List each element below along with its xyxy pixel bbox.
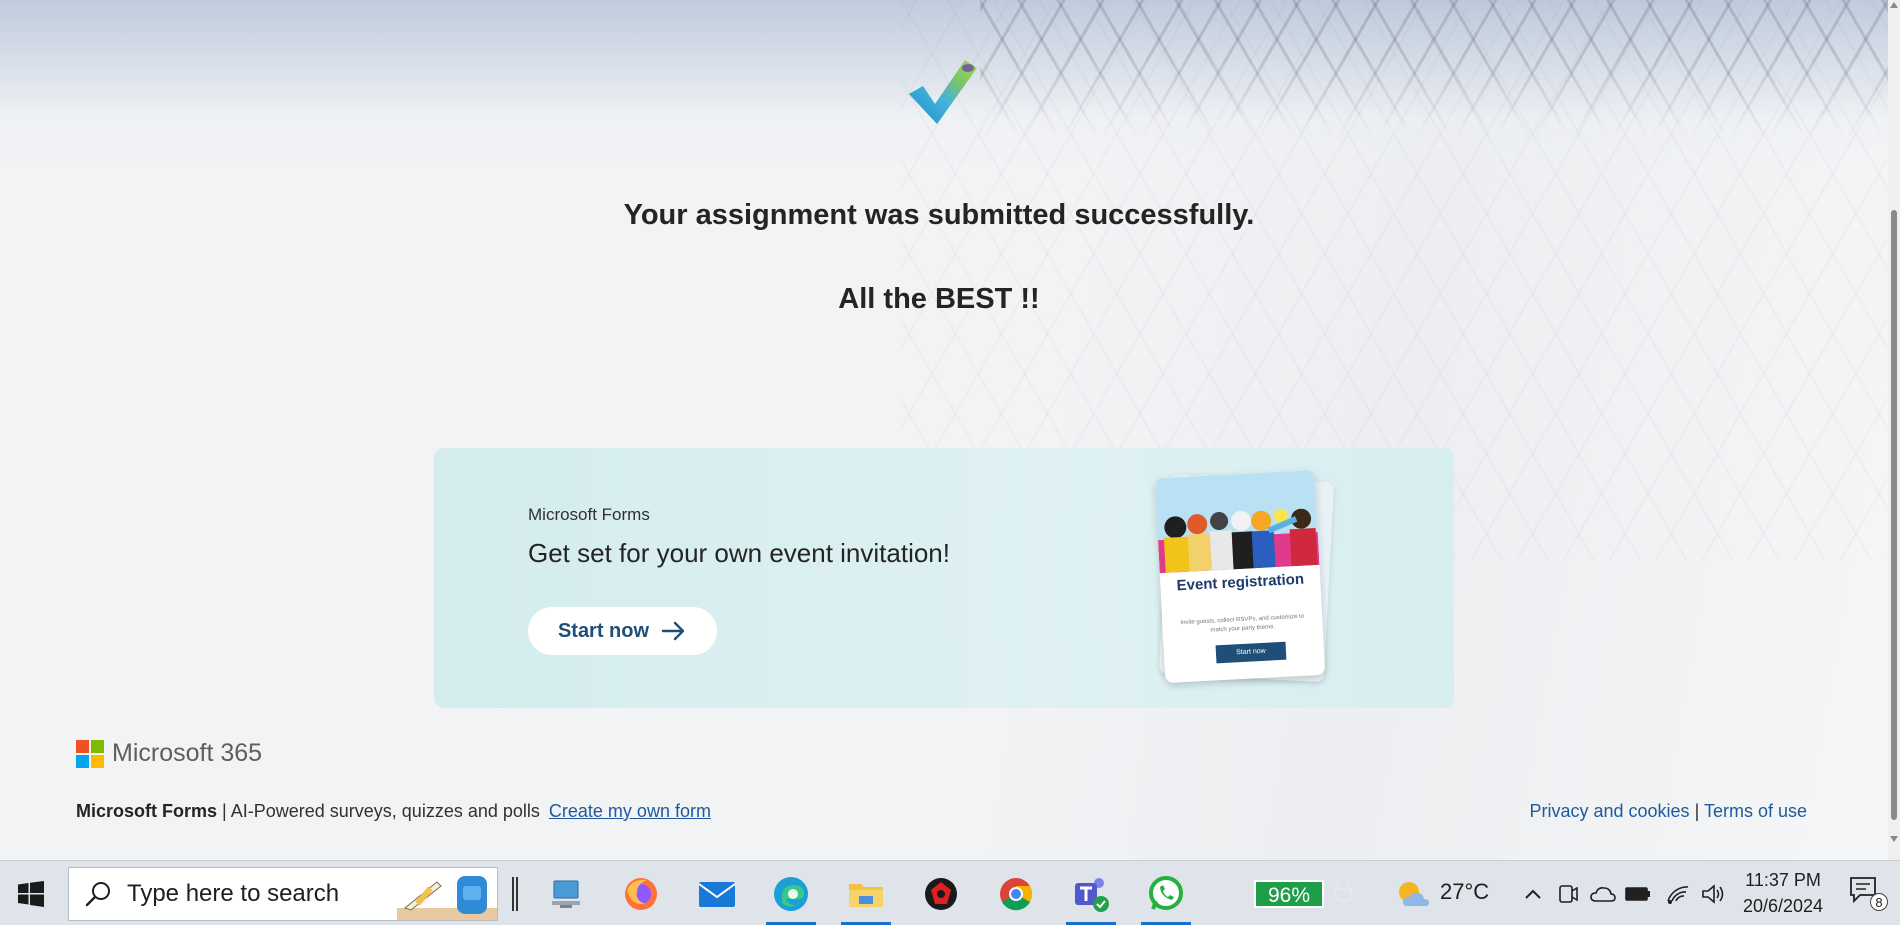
- microsoft-365-logo-text: Microsoft 365: [112, 739, 263, 767]
- taskbar-app-chrome[interactable]: [985, 861, 1047, 925]
- mail-icon: [698, 881, 736, 907]
- terms-of-use-link[interactable]: Terms of use: [1704, 801, 1807, 821]
- scroll-thumb[interactable]: [1891, 210, 1897, 820]
- start-button[interactable]: [0, 861, 62, 925]
- promo-brand: Microsoft Forms: [528, 505, 650, 524]
- volume-speaker-icon[interactable]: [1698, 879, 1728, 909]
- windows-logo-icon: [18, 880, 44, 907]
- arrow-right-icon: [661, 621, 685, 641]
- red-app-icon: [925, 877, 957, 910]
- taskbar-app-mail[interactable]: [686, 861, 748, 925]
- battery-tray-icon[interactable]: [1623, 879, 1653, 909]
- clock-time: 11:37 PM: [1745, 870, 1821, 890]
- scroll-up-arrow-icon[interactable]: [1890, 2, 1898, 8]
- promo-card-title: Event registration: [1176, 570, 1305, 595]
- footer-tagline: AI-Powered surveys, quizzes and polls: [230, 801, 540, 821]
- edge-icon: [774, 876, 808, 911]
- best-message: All the BEST !!: [838, 283, 1040, 315]
- chrome-icon: [1000, 877, 1033, 910]
- weather-partly-cloudy-icon[interactable]: [1393, 879, 1433, 909]
- taskbar-app-edge[interactable]: [760, 861, 822, 925]
- clock-date: 20/6/2024: [1742, 896, 1824, 916]
- vertical-scrollbar[interactable]: [1888, 0, 1900, 860]
- taskbar-app-red[interactable]: [910, 861, 972, 925]
- promo-card-description: Invite guests, collect RSVPs, and custom…: [1180, 613, 1305, 634]
- firefox-icon: [625, 877, 657, 910]
- meet-camera-icon[interactable]: [1553, 879, 1583, 909]
- people-illustration: [1154, 469, 1320, 574]
- weather-temperature[interactable]: 27°C: [1440, 879, 1489, 905]
- taskbar-search-box[interactable]: Type here to search: [68, 867, 498, 921]
- start-now-label: Start now: [557, 619, 650, 642]
- promo-banner: Microsoft Forms Get set for your own eve…: [434, 448, 1454, 708]
- footer-separator-right: |: [1694, 801, 1700, 821]
- promo-card-button: Start now: [1215, 641, 1287, 664]
- privacy-and-cookies-link[interactable]: Privacy and cookies: [1529, 801, 1689, 821]
- wifi-icon[interactable]: [1663, 879, 1693, 909]
- task-view-button[interactable]: [500, 861, 530, 925]
- taskbar-app-file-explorer[interactable]: [835, 861, 897, 925]
- show-hidden-icons-chevron-up-icon[interactable]: [1518, 879, 1548, 909]
- taskbar-clock[interactable]: 11:37 PM 20/6/2024: [1742, 867, 1824, 919]
- taskbar-app-whatsapp[interactable]: [1135, 861, 1197, 925]
- footer-product-name: Microsoft Forms: [76, 801, 218, 821]
- footer-info: Microsoft Forms | AI-Powered surveys, qu…: [76, 801, 711, 822]
- form-confirmation-page: Your assignment was submitted successful…: [0, 0, 1888, 860]
- taskbar-app-this-pc[interactable]: [535, 861, 597, 925]
- teams-icon: [1075, 877, 1109, 912]
- checkmark-icon: [909, 60, 977, 124]
- folder-icon: [849, 883, 883, 907]
- footer-legal-links: Privacy and cookies | Terms of use: [1529, 801, 1807, 822]
- event-registration-card: Event registration Invite guests, collec…: [1154, 469, 1326, 684]
- footer-separator: |: [222, 801, 227, 821]
- search-placeholder: Type here to search: [127, 880, 340, 907]
- notification-count-badge: 8: [1870, 893, 1888, 911]
- create-my-own-form-link[interactable]: Create my own form: [549, 801, 711, 821]
- windows-taskbar: Type here to search 96% 27°C 11:37 PM 20…: [0, 860, 1900, 925]
- promo-title: Get set for your own event invitation!: [528, 538, 950, 568]
- whatsapp-icon: [1149, 875, 1183, 910]
- microsoft-logo-icon: [76, 740, 104, 768]
- taskbar-app-teams[interactable]: [1060, 861, 1122, 925]
- taskbar-app-firefox[interactable]: [610, 861, 672, 925]
- battery-percentage[interactable]: 96%: [1254, 880, 1324, 908]
- success-message: Your assignment was submitted successful…: [623, 199, 1255, 231]
- task-view-icon: [512, 876, 518, 911]
- charging-plug-icon: [1328, 879, 1358, 909]
- scroll-down-arrow-icon[interactable]: [1890, 836, 1898, 842]
- start-now-button[interactable]: Start now: [528, 607, 717, 655]
- background-net-image: [980, 0, 1888, 140]
- search-icon: [85, 882, 110, 907]
- onedrive-cloud-icon[interactable]: [1588, 879, 1618, 909]
- computer-icon: [552, 880, 580, 908]
- search-highlight-illustration-icon: [397, 876, 497, 920]
